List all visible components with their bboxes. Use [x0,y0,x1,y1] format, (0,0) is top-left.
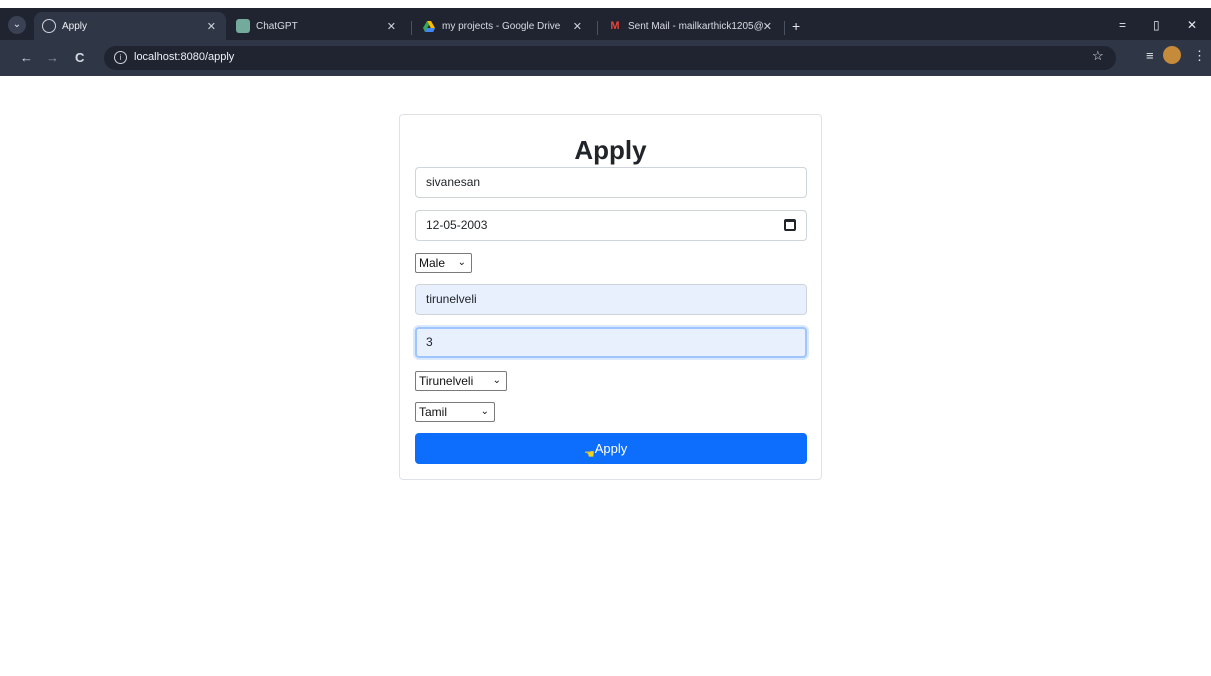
close-icon[interactable]: ✕ [387,20,396,33]
tab-separator [411,21,412,35]
back-button[interactable]: ← [20,50,33,65]
calendar-icon[interactable] [784,219,796,231]
more-menu-icon[interactable]: ⋮ [1193,48,1206,64]
close-window-icon[interactable]: ✕ [1187,18,1197,32]
tab-apply[interactable]: Apply ✕ [34,12,226,40]
close-icon[interactable]: ✕ [573,20,582,33]
apply-button[interactable]: Apply [415,433,807,464]
chevron-down-icon: ⌄ [457,257,466,268]
number-input[interactable]: 3 [415,327,807,358]
minimize-icon[interactable]: ▯ [1153,18,1160,32]
tab-title: ChatGPT [256,20,298,32]
browser-toolbar: ← → C i localhost:8080/apply ☆ ≡ ⋮ [0,40,1211,76]
tab-google-drive[interactable]: my projects - Google Drive ✕ [414,12,592,40]
gender-select[interactable]: Male ⌄ [415,253,472,273]
new-tab-button[interactable]: + [792,18,800,34]
close-icon[interactable]: ✕ [763,20,772,33]
globe-icon [42,19,56,33]
google-drive-icon [422,19,436,33]
bookmark-star-icon[interactable]: ☆ [1092,48,1104,64]
tab-gmail[interactable]: M Sent Mail - mailkarthick1205@ ✕ [600,12,782,40]
close-icon[interactable]: ✕ [207,20,216,33]
tab-separator [784,21,785,35]
reading-list-icon[interactable]: ≡ [1146,48,1154,63]
avatar[interactable] [1163,46,1181,64]
apply-form-card: Apply sivanesan 12-05-2003 Male ⌄ tirune… [399,114,822,480]
hand-cursor-icon: ☚ [584,447,595,461]
district-selected: Tirunelveli [419,374,474,388]
language-select[interactable]: Tamil ⌄ [415,402,495,422]
tab-title: Sent Mail - mailkarthick1205@ [628,20,764,32]
address-bar[interactable]: i localhost:8080/apply [104,46,1116,70]
chevron-down-icon: ⌄ [492,375,501,386]
tab-title: Apply [62,20,88,32]
page-title: Apply [574,135,647,165]
chatgpt-icon [236,19,250,33]
reload-button[interactable]: C [75,50,84,65]
tab-search-icon[interactable]: = [1119,18,1126,32]
forward-button[interactable]: → [46,50,59,65]
tab-title: my projects - Google Drive [442,20,561,32]
url-text[interactable]: localhost:8080/apply [134,51,234,63]
tab-chatgpt[interactable]: ChatGPT ✕ [228,12,406,40]
browser-tab-bar: ⌄ Apply ✕ ChatGPT ✕ my projects - Google… [0,8,1211,40]
name-input[interactable]: sivanesan [415,167,807,198]
dob-value: 12-05-2003 [426,218,488,232]
tab-separator [597,21,598,35]
chevron-down-icon[interactable]: ⌄ [8,16,26,34]
dob-input[interactable]: 12-05-2003 [415,210,807,241]
site-info-icon[interactable]: i [114,51,127,64]
district-select[interactable]: Tirunelveli ⌄ [415,371,507,391]
language-selected: Tamil [419,405,448,419]
chevron-down-icon: ⌄ [480,406,489,417]
city-input[interactable]: tirunelveli [415,284,807,315]
gmail-icon: M [610,20,620,32]
gender-selected: Male [419,256,446,270]
